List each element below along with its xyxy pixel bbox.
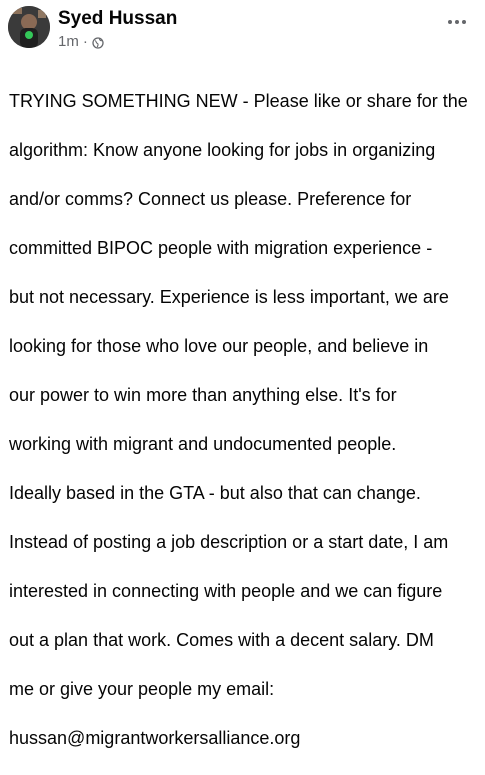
post-meta: 1m ·: [58, 33, 104, 50]
avatar[interactable]: [8, 6, 50, 48]
author-name[interactable]: Syed Hussan: [58, 8, 177, 30]
dot-icon: [455, 20, 459, 24]
post-body-line: interested in connecting with people and…: [9, 580, 443, 601]
post-body-line: TRYING SOMETHING NEW - Please like or sh…: [9, 90, 468, 111]
post-body-line: looking for those who love our people, a…: [9, 335, 429, 356]
post-body-line: committed BIPOC people with migration ex…: [9, 237, 433, 258]
post-body-line: me or give your people my email:: [9, 678, 275, 699]
meta-separator: ·: [82, 33, 88, 50]
post-body-line: but not necessary. Experience is less im…: [9, 286, 449, 307]
post-body-line: Ideally based in the GTA - but also that…: [9, 482, 421, 503]
post-body-line: algorithm: Know anyone looking for jobs …: [9, 139, 436, 160]
post-body-line: hussan@migrantworkersalliance.org: [9, 727, 301, 748]
post-body-line: working with migrant and undocumented pe…: [9, 433, 397, 454]
post-body-text: TRYING SOMETHING NEW - Please like or sh…: [9, 64, 479, 775]
post-body-line: Instead of posting a job description or …: [9, 531, 449, 552]
post-body-line: our power to win more than anything else…: [9, 384, 397, 405]
dot-icon: [448, 20, 452, 24]
post-body-line: and/or comms? Connect us please. Prefere…: [9, 188, 412, 209]
post-body-line: out a plan that work. Comes with a decen…: [9, 629, 434, 650]
globe-icon[interactable]: [92, 36, 104, 49]
post-header: Syed Hussan 1m ·: [8, 6, 475, 56]
avatar-image: [8, 6, 50, 48]
post-timestamp[interactable]: 1m: [58, 33, 79, 50]
post-card: Syed Hussan 1m · TRYING SOMETHING NEW - …: [0, 0, 485, 748]
dot-icon: [462, 20, 466, 24]
more-options-icon[interactable]: [445, 14, 469, 30]
